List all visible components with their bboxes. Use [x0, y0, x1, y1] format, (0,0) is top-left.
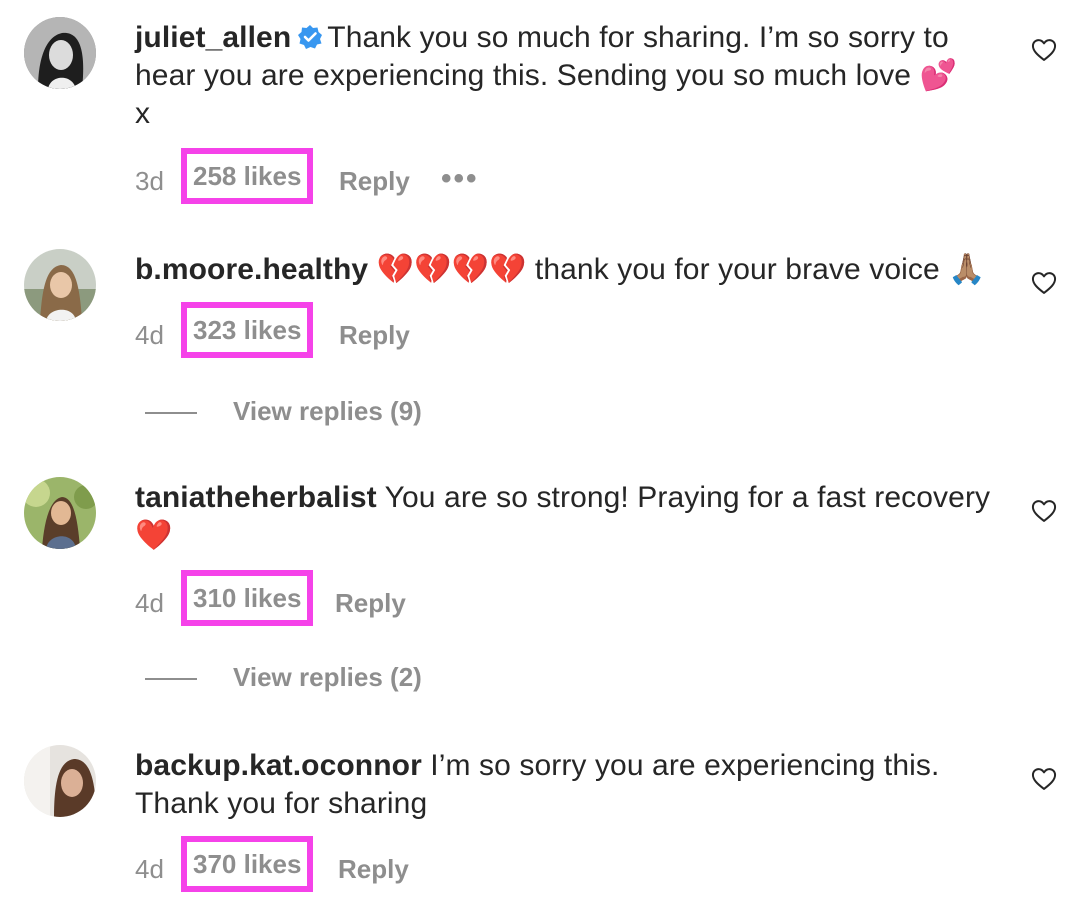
comment-text-tail: x	[135, 97, 151, 130]
avatar[interactable]	[24, 745, 96, 817]
comment-meta: 4d 323 likes Reply	[135, 302, 535, 358]
comment-meta: 4d 310 likes Reply	[135, 570, 535, 626]
comment-meta: 4d 370 likes Reply	[135, 836, 535, 892]
comment-meta: 3d 258 likes Reply •••	[135, 148, 535, 204]
likes-count[interactable]: 323 likes	[181, 302, 314, 358]
likes-count[interactable]: 370 likes	[181, 836, 314, 892]
likes-count[interactable]: 310 likes	[181, 570, 314, 626]
reply-button[interactable]: Reply	[339, 315, 410, 355]
heart-icon[interactable]	[1030, 36, 1058, 64]
verified-badge-icon	[297, 22, 323, 49]
broken-hearts-emoji: 💔💔💔💔	[376, 252, 527, 287]
comment-text: thank you for your brave voice	[534, 253, 940, 286]
view-replies-label: View replies (9)	[233, 396, 422, 426]
timestamp[interactable]: 3d	[135, 161, 164, 201]
comment-text: You are so strong! Praying for a fast re…	[384, 481, 991, 514]
timestamp[interactable]: 4d	[135, 315, 164, 355]
heart-icon[interactable]	[1030, 497, 1058, 525]
timestamp[interactable]: 4d	[135, 583, 164, 623]
reply-button[interactable]: Reply	[335, 583, 406, 623]
more-options-icon[interactable]: •••	[441, 159, 479, 199]
comment-body: juliet_allen Thank you so much for sharin…	[135, 19, 1007, 133]
username[interactable]: backup.kat.oconnor	[135, 749, 422, 782]
avatar[interactable]	[24, 477, 96, 549]
heart-icon[interactable]	[1030, 765, 1058, 793]
likes-count[interactable]: 258 likes	[181, 148, 314, 204]
red-heart-emoji: ❤️	[135, 518, 173, 553]
view-replies-label: View replies (2)	[233, 662, 422, 692]
view-replies-button[interactable]: View replies (9)	[145, 391, 422, 431]
divider-line	[145, 678, 197, 681]
timestamp[interactable]: 4d	[135, 849, 164, 889]
username[interactable]: juliet_allen	[135, 21, 291, 54]
avatar[interactable]	[24, 249, 96, 321]
avatar[interactable]	[24, 17, 96, 89]
praying-hands-emoji: 🙏🏽	[948, 252, 986, 287]
divider-line	[145, 412, 197, 415]
two-hearts-emoji: 💕	[919, 58, 957, 93]
comment-body: backup.kat.oconnor I’m so sorry you are …	[135, 747, 1007, 823]
username[interactable]: taniatheherbalist	[135, 481, 377, 514]
username[interactable]: b.moore.healthy	[135, 253, 368, 286]
heart-icon[interactable]	[1030, 269, 1058, 297]
view-replies-button[interactable]: View replies (2)	[145, 657, 422, 697]
reply-button[interactable]: Reply	[339, 161, 410, 201]
comment-body: b.moore.healthy 💔💔💔💔 thank you for your …	[135, 251, 1007, 289]
reply-button[interactable]: Reply	[338, 849, 409, 889]
comment-body: taniatheherbalist You are so strong! Pra…	[135, 479, 1007, 555]
